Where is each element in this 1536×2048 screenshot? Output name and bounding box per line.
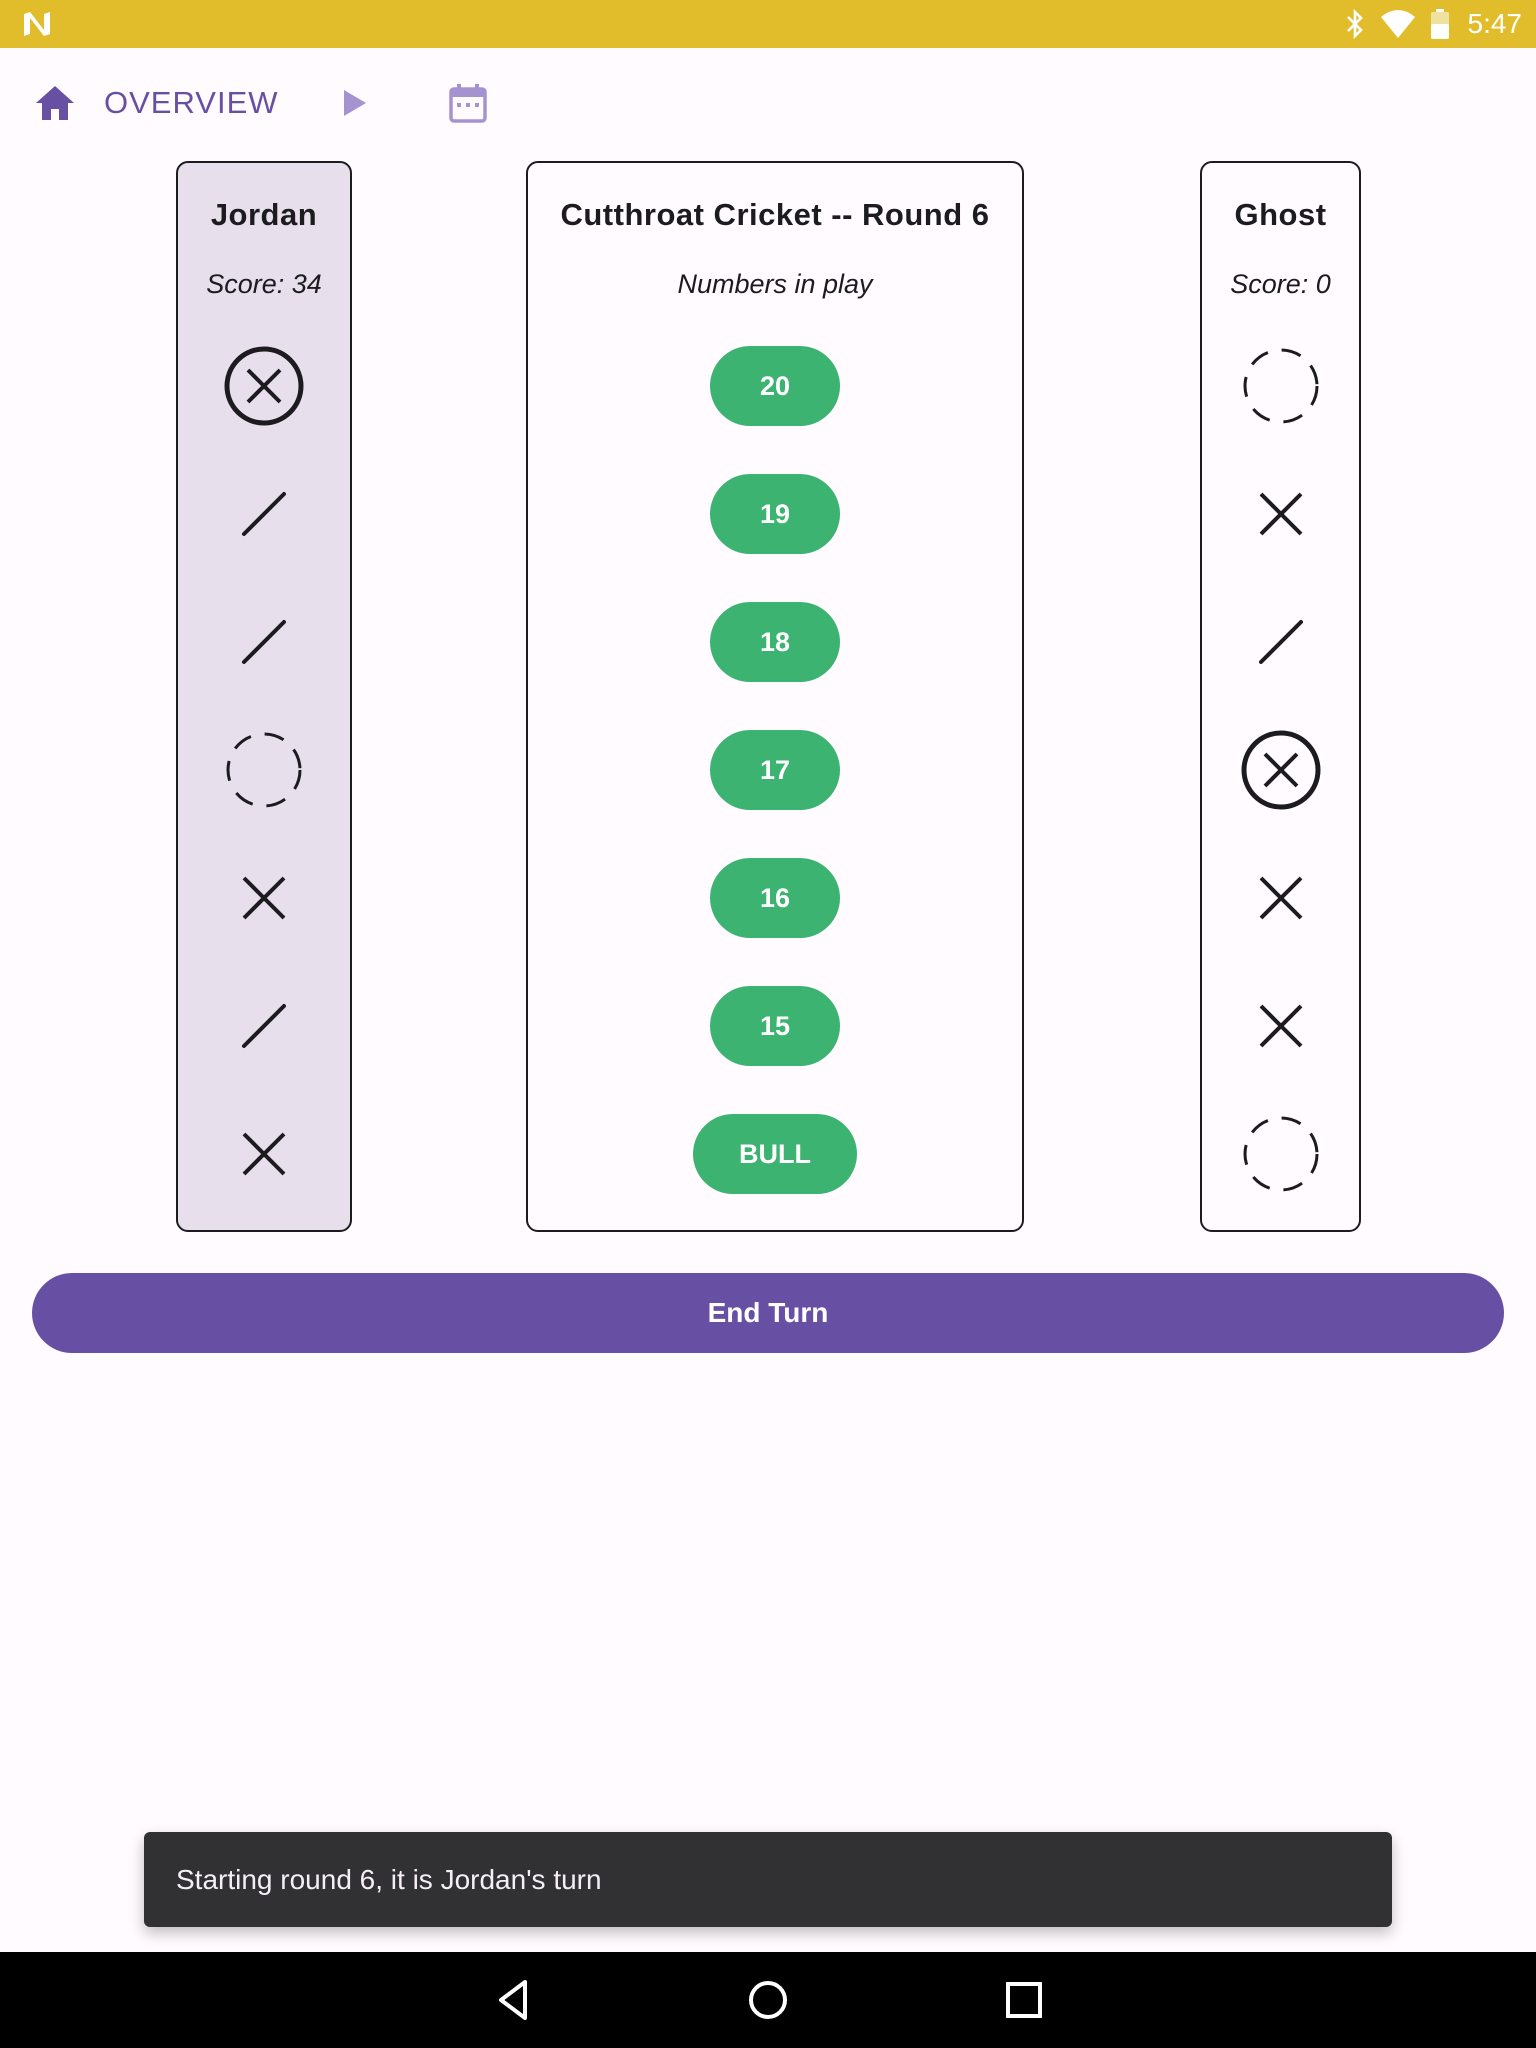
player-card-jordan: Jordan Score: 34 <box>176 161 352 1232</box>
system-nav-bar <box>0 1952 1536 2048</box>
battery-icon <box>1430 9 1449 39</box>
x-mark-icon <box>1259 876 1302 920</box>
empty-circle-icon <box>1243 1116 1318 1192</box>
n-logo-icon <box>24 12 50 36</box>
play-icon[interactable] <box>340 86 370 120</box>
player-card-ghost: Ghost Score: 0 <box>1200 161 1361 1232</box>
closed-circle-x-icon <box>224 346 304 426</box>
bluetooth-icon <box>1346 8 1363 40</box>
home-circle-icon[interactable] <box>742 1974 794 2026</box>
number-button-15[interactable]: 15 <box>710 986 840 1066</box>
game-title: Cutthroat Cricket -- Round 6 <box>560 197 990 232</box>
number-button-16[interactable]: 16 <box>710 858 840 938</box>
numbers-card: Cutthroat Cricket -- Round 6 Numbers in … <box>526 161 1024 1232</box>
number-button-19[interactable]: 19 <box>710 474 840 554</box>
empty-circle-icon <box>226 732 302 808</box>
wifi-icon <box>1380 10 1415 38</box>
slash-mark-icon <box>1258 620 1303 664</box>
player-name: Ghost <box>1234 197 1327 232</box>
empty-circle-icon <box>1243 348 1318 424</box>
x-mark-icon <box>242 1132 286 1176</box>
home-icon <box>36 86 74 120</box>
player-score: Score: 34 <box>206 269 322 299</box>
recents-icon[interactable] <box>998 1974 1050 2026</box>
x-mark-icon <box>242 876 286 920</box>
slash-mark-icon <box>242 620 286 664</box>
slash-mark-icon <box>242 492 286 536</box>
x-mark-icon <box>1259 492 1302 536</box>
status-time: 5:47 <box>1467 8 1523 39</box>
x-mark-icon <box>1259 1004 1302 1048</box>
overview-label: OVERVIEW <box>104 85 279 120</box>
calendar-icon[interactable] <box>448 82 488 124</box>
player-score: Score: 0 <box>1230 269 1331 299</box>
snackbar: Starting round 6, it is Jordan's turn <box>144 1832 1392 1927</box>
closed-circle-x-icon <box>1241 730 1320 810</box>
number-button-17[interactable]: 17 <box>710 730 840 810</box>
number-button-bull[interactable]: BULL <box>693 1114 857 1194</box>
player-name: Jordan <box>210 197 318 232</box>
status-bar: 5:47 <box>0 0 1536 48</box>
number-button-20[interactable]: 20 <box>710 346 840 426</box>
number-button-18[interactable]: 18 <box>710 602 840 682</box>
top-nav: OVERVIEW <box>0 48 1536 160</box>
numbers-subtitle: Numbers in play <box>677 269 873 299</box>
slash-mark-icon <box>242 1004 286 1048</box>
back-icon[interactable] <box>487 1974 539 2026</box>
overview-nav-button[interactable]: OVERVIEW <box>34 84 279 122</box>
snackbar-message: Starting round 6, it is Jordan's turn <box>176 1863 602 1895</box>
end-turn-button[interactable]: End Turn <box>32 1273 1504 1353</box>
